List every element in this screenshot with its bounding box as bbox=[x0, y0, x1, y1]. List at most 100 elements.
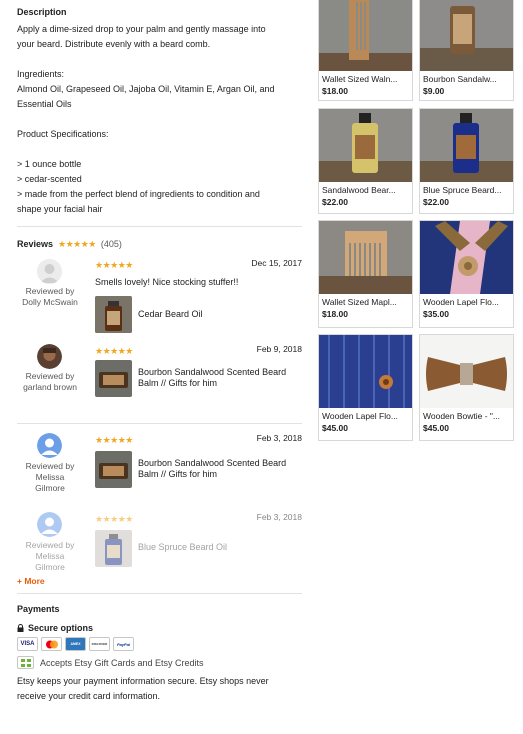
related-item-price: $18.00 bbox=[322, 309, 348, 319]
product-thumbnail[interactable] bbox=[95, 296, 132, 333]
reviewer-prefix: Reviewed by bbox=[25, 540, 75, 550]
review-date: Feb 3, 2018 bbox=[256, 512, 302, 522]
review-stars: ★★★★★ bbox=[95, 514, 133, 524]
ingredients-line: Essential Oils bbox=[17, 99, 72, 109]
spec-item: > cedar-scented bbox=[17, 174, 82, 184]
reviewer: Reviewed by Dolly McSwain bbox=[17, 286, 83, 308]
related-item-price: $18.00 bbox=[322, 86, 348, 96]
reviewer: Reviewed by Melissa Gilmore bbox=[17, 540, 83, 573]
related-item-card[interactable]: Wooden Lapel Flo... $35.00 bbox=[419, 220, 514, 328]
review-stars: ★★★★★ bbox=[95, 435, 133, 445]
mastercard-icon: MC bbox=[41, 637, 62, 651]
related-item-card[interactable]: Bourbon Sandalw... $9.00 bbox=[419, 0, 514, 101]
description-line: your beard. Distribute evenly with a bea… bbox=[17, 39, 211, 49]
lapel-flower-icon bbox=[319, 335, 412, 408]
spec-item: shape your facial hair bbox=[17, 204, 103, 214]
reviewer: Reviewed by Melissa Gilmore bbox=[17, 461, 83, 494]
review-date: Feb 9, 2018 bbox=[256, 344, 302, 354]
product-details: Description Apply a dime-sized drop to y… bbox=[17, 0, 302, 704]
related-item-price: $22.00 bbox=[423, 197, 449, 207]
related-item-card[interactable]: Sandalwood Bear... $22.00 bbox=[318, 108, 413, 214]
review-stars: ★★★★★ bbox=[95, 260, 133, 270]
review-product-name[interactable]: Cedar Beard Oil bbox=[138, 309, 303, 320]
reviewer: Reviewed by garland brown bbox=[17, 371, 83, 393]
payments-title: Payments bbox=[17, 604, 60, 614]
specs-label: Product Specifications: bbox=[17, 129, 109, 139]
related-item-card[interactable]: Wallet Sized Mapl... $18.00 bbox=[318, 220, 413, 328]
reviewer-prefix: Reviewed by bbox=[25, 461, 75, 471]
ingredients-line: Almond Oil, Grapeseed Oil, Jajoba Oil, V… bbox=[17, 84, 275, 94]
ingredients-label: Ingredients: bbox=[17, 69, 65, 79]
review-stars: ★★★★★ bbox=[95, 346, 133, 356]
divider bbox=[17, 593, 302, 594]
clear-oil-bottle-icon bbox=[319, 109, 412, 182]
gift-card-text: Accepts Etsy Gift Cards and Etsy Credits bbox=[40, 657, 204, 668]
avatar[interactable] bbox=[37, 344, 62, 369]
amex-icon: AMEX bbox=[65, 637, 86, 651]
blue-oil-bottle-icon bbox=[420, 109, 513, 182]
review-product-name[interactable]: Bourbon Sandalwood Scented Beard Balm //… bbox=[138, 458, 303, 480]
review-text: Smells lovely! Nice stocking stuffer!! bbox=[95, 277, 239, 287]
reviews-title: Reviews bbox=[17, 239, 54, 249]
related-item-card[interactable]: Wooden Lapel Flo... $45.00 bbox=[318, 334, 413, 441]
divider bbox=[17, 226, 302, 227]
review-product-name[interactable]: Bourbon Sandalwood Scented Beard Balm //… bbox=[138, 367, 303, 389]
review-count[interactable]: (405) bbox=[101, 239, 122, 249]
related-item-name: Sandalwood Bear... bbox=[322, 185, 396, 195]
reviewer-prefix: Reviewed by bbox=[25, 371, 75, 381]
wooden-comb-icon bbox=[319, 221, 412, 294]
related-item-price: $22.00 bbox=[322, 197, 348, 207]
related-item-price: $35.00 bbox=[423, 309, 449, 319]
product-thumbnail[interactable] bbox=[95, 360, 132, 397]
related-item-name: Blue Spruce Beard... bbox=[423, 185, 502, 195]
avatar[interactable] bbox=[37, 259, 62, 284]
secure-label: Secure options bbox=[28, 623, 94, 633]
review-date: Dec 15, 2017 bbox=[251, 258, 302, 268]
review-product-name[interactable]: Blue Spruce Beard Oil bbox=[138, 542, 303, 553]
reviewer-name[interactable]: Melissa Gilmore bbox=[30, 551, 70, 573]
review-item: Reviewed by Dolly McSwain ★★★★★ Dec 15, … bbox=[17, 254, 302, 344]
related-item-price: $45.00 bbox=[423, 423, 449, 433]
review-date: Feb 3, 2018 bbox=[256, 433, 302, 443]
gift-card-row: Accepts Etsy Gift Cards and Etsy Credits bbox=[17, 656, 302, 669]
lock-icon bbox=[17, 624, 24, 632]
more-reviews-link[interactable]: + More bbox=[17, 576, 302, 586]
related-item-card[interactable]: Blue Spruce Beard... $22.00 bbox=[419, 108, 514, 214]
description-line: Apply a dime-sized drop to your palm and… bbox=[17, 24, 266, 34]
lapel-flower-icon bbox=[420, 221, 513, 294]
rating-stars: ★★★★★ bbox=[58, 238, 96, 249]
related-item-card[interactable]: Wooden Bowtie - "... $45.00 bbox=[419, 334, 514, 441]
reviewer-name[interactable]: Melissa Gilmore bbox=[30, 472, 70, 494]
reviewer-prefix: Reviewed by bbox=[25, 286, 75, 296]
wooden-bowtie-icon bbox=[420, 335, 513, 408]
related-item-name: Wooden Bowtie - "... bbox=[423, 411, 501, 421]
related-item-name: Wooden Lapel Flo... bbox=[423, 297, 499, 307]
review-item: Reviewed by garland brown ★★★★★ Feb 9, 2… bbox=[17, 344, 302, 424]
wooden-comb-icon bbox=[319, 0, 412, 71]
reviewer-name[interactable]: Dolly McSwain bbox=[17, 297, 83, 308]
related-item-name: Wallet Sized Waln... bbox=[322, 74, 398, 84]
product-thumbnail[interactable] bbox=[95, 451, 132, 488]
discover-icon: DISCOVER bbox=[89, 637, 110, 651]
payment-note: Etsy keeps your payment information secu… bbox=[17, 676, 269, 686]
related-item-price: $45.00 bbox=[322, 423, 348, 433]
related-item-name: Wallet Sized Mapl... bbox=[322, 297, 397, 307]
avatar[interactable] bbox=[37, 433, 62, 458]
visa-icon: VISA bbox=[17, 637, 38, 651]
product-thumbnail[interactable] bbox=[95, 530, 132, 567]
related-item-price: $9.00 bbox=[423, 86, 445, 96]
paypal-icon: PayPal bbox=[113, 637, 134, 651]
description-heading: Description bbox=[17, 7, 67, 17]
payment-note: receive your credit card information. bbox=[17, 691, 161, 701]
review-item: Reviewed by Melissa Gilmore ★★★★★ Feb 3,… bbox=[17, 424, 302, 504]
reviews-header: Reviews ★★★★★ (405) bbox=[17, 237, 302, 251]
avatar[interactable] bbox=[37, 512, 62, 537]
related-item-name: Bourbon Sandalw... bbox=[423, 74, 497, 84]
balm-tin-icon bbox=[420, 0, 513, 71]
secure-options: Secure options bbox=[17, 623, 302, 633]
related-item-name: Wooden Lapel Flo... bbox=[322, 411, 398, 421]
spec-item: > made from the perfect blend of ingredi… bbox=[17, 189, 260, 199]
related-item-card[interactable]: Wallet Sized Waln... $18.00 bbox=[318, 0, 413, 101]
reviewer-name[interactable]: garland brown bbox=[17, 382, 83, 393]
review-item: Reviewed by Melissa Gilmore ★★★★★ Feb 3,… bbox=[17, 504, 302, 576]
